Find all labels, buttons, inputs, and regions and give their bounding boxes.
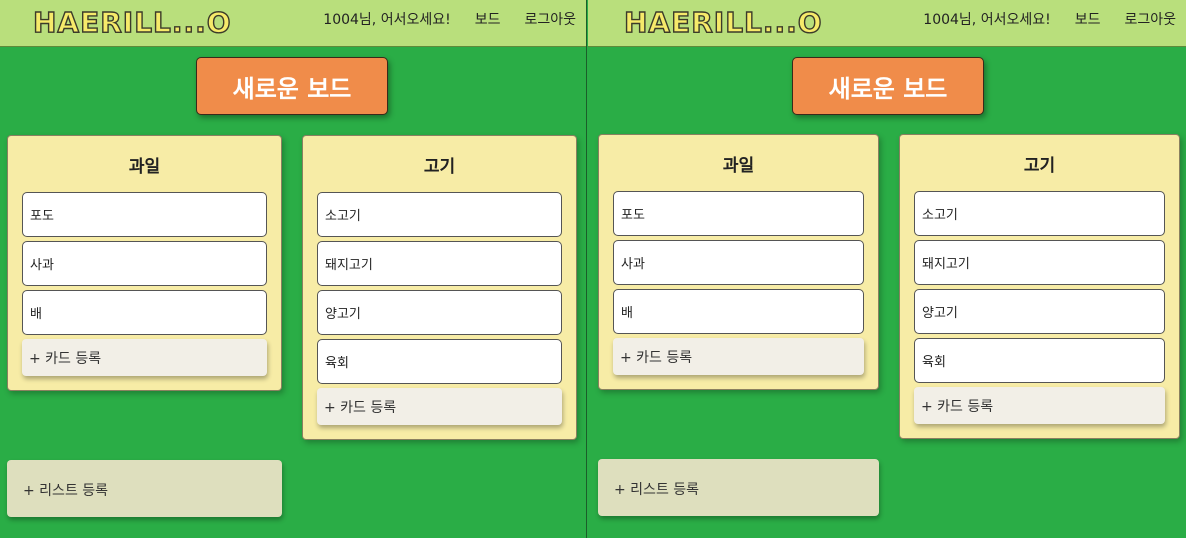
card[interactable]: 육회 [317,339,562,384]
card[interactable]: 육회 [914,338,1165,383]
header: HAERILL...O 1004님, 어서오세요! 보드 로그아웃 [0,0,586,47]
logo[interactable]: HAERILL...O [32,5,232,39]
list-title[interactable]: 과일 [599,135,878,190]
add-list-button[interactable]: + 리스트 등록 [7,460,282,517]
list-title[interactable]: 고기 [900,135,1179,190]
header: HAERILL...O 1004님, 어서오세요! 보드 로그아웃 [588,0,1186,47]
list-fruit: 과일 포도 사과 배 + 카드 등록 [598,134,879,390]
card[interactable]: 양고기 [317,290,562,335]
card[interactable]: 사과 [22,241,267,286]
add-card-button[interactable]: + 카드 등록 [613,338,864,375]
add-card-button[interactable]: + 카드 등록 [914,387,1165,424]
card[interactable]: 소고기 [317,192,562,237]
card[interactable]: 양고기 [914,289,1165,334]
add-card-button[interactable]: + 카드 등록 [22,339,267,376]
new-board-button[interactable]: 새로운 보드 [196,57,388,115]
board-pane-right: HAERILL...O 1004님, 어서오세요! 보드 로그아웃 새로운 보드… [588,0,1186,538]
add-card-button[interactable]: + 카드 등록 [317,388,562,425]
card[interactable]: 배 [22,290,267,335]
list-fruit: 과일 포도 사과 배 + 카드 등록 [7,135,282,391]
nav-board-link[interactable]: 보드 [475,9,501,29]
card[interactable]: 포도 [613,191,864,236]
card[interactable]: 돼지고기 [914,240,1165,285]
nav-logout-link[interactable]: 로그아웃 [524,9,576,29]
board-pane-left: HAERILL...O 1004님, 어서오세요! 보드 로그아웃 새로운 보드… [0,0,587,538]
new-board-button[interactable]: 새로운 보드 [792,57,984,115]
list-title[interactable]: 고기 [303,136,576,191]
card[interactable]: 돼지고기 [317,241,562,286]
greeting-text: 1004님, 어서오세요! [923,12,1051,28]
card[interactable]: 사과 [613,240,864,285]
card[interactable]: 포도 [22,192,267,237]
greeting-text: 1004님, 어서오세요! [323,12,451,28]
card[interactable]: 소고기 [914,191,1165,236]
list-meat: 고기 소고기 돼지고기 양고기 육회 + 카드 등록 [899,134,1180,439]
nav: 1004님, 어서오세요! 보드 로그아웃 [323,9,576,29]
add-list-button[interactable]: + 리스트 등록 [598,459,879,516]
nav-logout-link[interactable]: 로그아웃 [1124,9,1176,29]
list-meat: 고기 소고기 돼지고기 양고기 육회 + 카드 등록 [302,135,577,440]
logo[interactable]: HAERILL...O [623,5,823,39]
card[interactable]: 배 [613,289,864,334]
nav: 1004님, 어서오세요! 보드 로그아웃 [923,9,1176,29]
list-title[interactable]: 과일 [8,136,281,191]
nav-board-link[interactable]: 보드 [1075,9,1101,29]
